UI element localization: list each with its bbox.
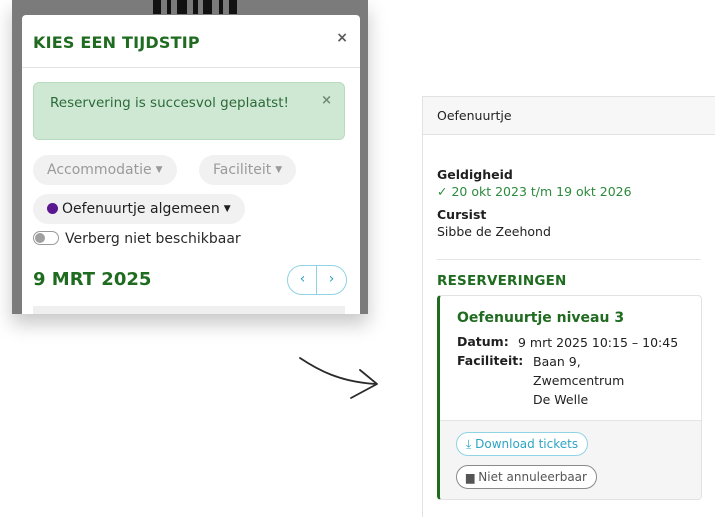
accommodatie-label: Accommodatie xyxy=(47,162,152,178)
cursist-value: Sibbe de Zeehond xyxy=(437,224,551,239)
reservation-actions: ⤓ Download tickets ▆ Niet annuleerbaar xyxy=(440,420,701,499)
faciliteit-label: Faciliteit xyxy=(213,162,272,178)
cursist-label: Cursist xyxy=(437,207,487,222)
timeslot-list-top xyxy=(33,306,345,314)
left-screenshot: KIES EEN TIJDSTIP × Reservering is succe… xyxy=(12,0,368,314)
hide-unavailable-row: Verberg niet beschikbaar xyxy=(33,231,241,247)
accommodatie-dropdown[interactable]: Accommodatie ▼ xyxy=(33,155,177,185)
hide-unavailable-toggle[interactable] xyxy=(33,231,59,245)
caret-down-icon: ▼ xyxy=(155,165,163,175)
download-tickets-button[interactable]: ⤓ Download tickets xyxy=(456,432,589,456)
faciliteit-label: Faciliteit: xyxy=(457,353,524,368)
time-slot-modal: KIES EEN TIJDSTIP × Reservering is succe… xyxy=(22,15,360,314)
transition-arrow-icon xyxy=(299,357,378,399)
datum-label: Datum: xyxy=(457,334,509,349)
not-cancellable-badge: ▆ Niet annuleerbaar xyxy=(456,465,597,489)
close-icon[interactable]: × xyxy=(336,30,348,46)
modal-title: KIES EEN TIJDSTIP xyxy=(33,33,200,52)
booking-detail-panel: Oefenuurtje Geldigheid ✓ 20 okt 2023 t/m… xyxy=(422,96,715,517)
panel-header: Oefenuurtje xyxy=(423,97,715,135)
chevron-right-icon[interactable]: › xyxy=(316,266,346,294)
faciliteit-value: Baan 9, Zwemcentrum De Welle xyxy=(533,354,625,407)
geldigheid-label: Geldigheid xyxy=(437,167,513,182)
not-cancellable-label: Niet annuleerbaar xyxy=(478,470,587,484)
activity-color-dot xyxy=(47,203,58,214)
alert-close-icon[interactable]: × xyxy=(321,93,332,108)
date-navigation: ‹ › xyxy=(287,265,347,295)
reservation-card: Oefenuurtje niveau 3 Datum: 9 mrt 2025 1… xyxy=(437,295,702,500)
faciliteit-dropdown[interactable]: Faciliteit ▼ xyxy=(199,155,297,185)
selected-date: 9 MRT 2025 xyxy=(33,269,152,290)
chevron-left-icon[interactable]: ‹ xyxy=(288,266,317,294)
activity-dropdown[interactable]: Oefenuurtje algemeen ▼ xyxy=(33,194,245,224)
datum-value: 9 mrt 2025 10:15 – 10:45 xyxy=(518,335,679,350)
calendar-icon: ▆ xyxy=(466,471,475,484)
reserveringen-heading: RESERVERINGEN xyxy=(437,273,567,289)
activity-label: Oefenuurtje algemeen xyxy=(62,201,220,217)
section-divider xyxy=(437,259,701,260)
caret-down-icon: ▼ xyxy=(275,165,283,175)
geldigheid-value: ✓ 20 okt 2023 t/m 19 okt 2026 xyxy=(437,184,632,199)
alert-message: Reservering is succesvol geplaatst! xyxy=(50,95,289,111)
success-alert: Reservering is succesvol geplaatst! × xyxy=(33,82,345,140)
modal-header: KIES EEN TIJDSTIP × xyxy=(22,15,360,68)
hide-unavailable-label: Verberg niet beschikbaar xyxy=(65,231,241,247)
background-qr-code xyxy=(147,0,247,16)
reservation-title: Oefenuurtje niveau 3 xyxy=(457,310,625,326)
caret-down-icon: ▼ xyxy=(223,204,231,214)
